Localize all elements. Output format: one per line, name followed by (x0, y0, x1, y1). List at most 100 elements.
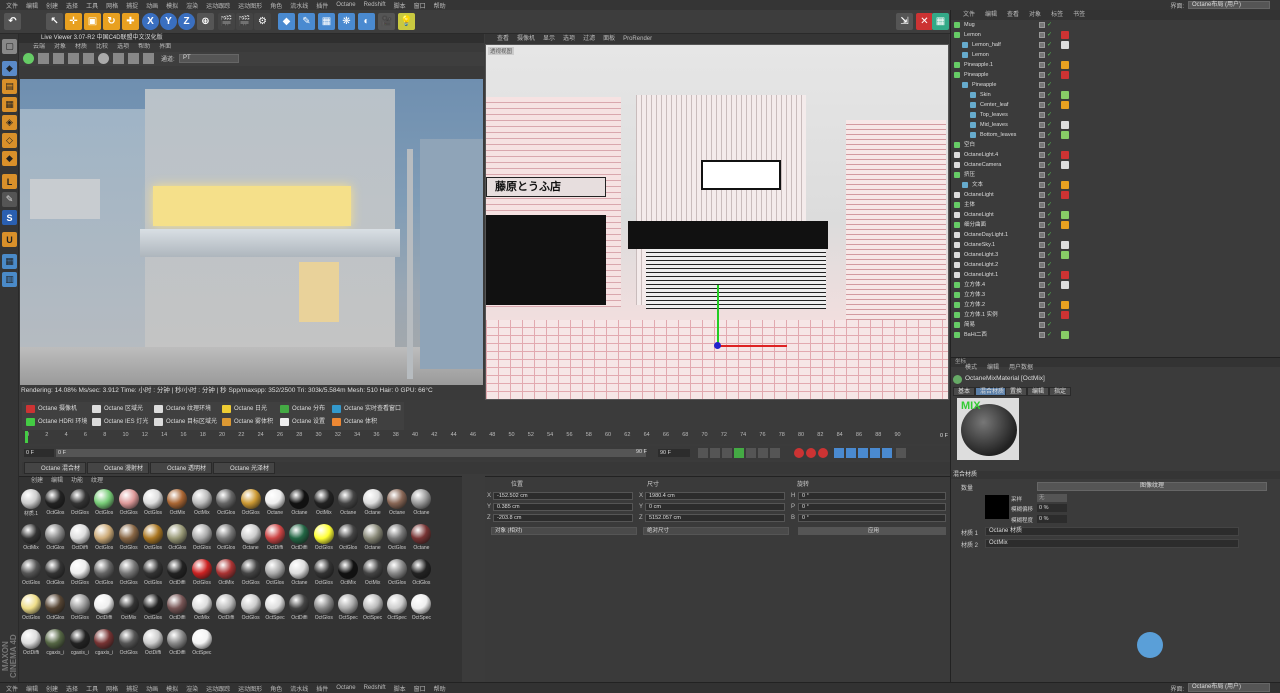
attribute-menu-item[interactable]: 用户数据 (1009, 362, 1033, 371)
menu-item[interactable]: Redshift (364, 685, 386, 691)
attribute-menu-item[interactable]: 编辑 (987, 362, 999, 371)
material-swatch[interactable]: OctDiffi (166, 629, 188, 659)
object-enabled-check-icon[interactable]: ✓ (1047, 222, 1053, 228)
object-enabled-check-icon[interactable]: ✓ (1047, 232, 1053, 238)
pen-icon[interactable]: ✎ (298, 13, 315, 30)
object-visibility-toggle[interactable] (1039, 92, 1045, 98)
material-swatch[interactable]: OctGlos (386, 559, 408, 589)
material-swatch[interactable]: OctGlos (240, 594, 262, 624)
auto-key-icon[interactable] (806, 448, 816, 458)
material-swatch[interactable]: OctGlos (166, 524, 188, 554)
material-swatch[interactable]: OctMix (215, 559, 237, 589)
menu-item[interactable]: 窗口 (414, 684, 426, 693)
object-row[interactable]: 简易 ✓ (951, 320, 1269, 330)
object-tag-icon[interactable] (1061, 31, 1069, 39)
object-enabled-check-icon[interactable]: ✓ (1047, 132, 1053, 138)
layout-dropdown[interactable]: Octane布局 (用户) (1188, 1, 1270, 9)
menu-item[interactable]: 角色 (270, 684, 282, 693)
object-visibility-toggle[interactable] (1039, 132, 1045, 138)
menu-item[interactable]: 选择 (66, 1, 78, 10)
live-viewer-menu-item[interactable]: 界面 (159, 43, 171, 52)
object-row[interactable]: 立方体.3 ✓ (951, 290, 1269, 300)
object-tag-icon[interactable] (1061, 241, 1069, 249)
material-swatch[interactable]: OctDiffi (166, 559, 188, 589)
material-swatch[interactable]: OctGlos (313, 594, 335, 624)
timeline-settings-icon[interactable] (896, 448, 906, 458)
render-stop-icon[interactable] (38, 53, 49, 64)
material-swatch[interactable]: OctGlos (142, 524, 164, 554)
attribute-menu-item[interactable]: 模式 (965, 362, 977, 371)
menu-item[interactable]: 选择 (66, 684, 78, 693)
object-tag-icon[interactable] (1061, 331, 1069, 339)
menu-item[interactable]: 脚本 (394, 684, 406, 693)
move-icon[interactable]: ✛ (65, 13, 82, 30)
object-visibility-toggle[interactable] (1039, 312, 1045, 318)
workplane-icon[interactable]: ▦ (2, 97, 17, 112)
render-settings-icon[interactable]: ⚙ (254, 13, 271, 30)
material-swatch[interactable]: OctGlos (20, 559, 42, 589)
menu-item[interactable]: 工具 (86, 1, 98, 10)
material-swatch[interactable]: OctGlos (69, 559, 91, 589)
material-menu-item[interactable]: 编辑 (51, 477, 63, 486)
object-tag-icon[interactable] (1061, 271, 1069, 279)
octane-shortcut-button[interactable]: Octane IES 灯光 (90, 416, 152, 428)
menu-item[interactable]: 插件 (316, 684, 328, 693)
rotation-b-field[interactable]: 0 ° (798, 514, 946, 522)
menu-item[interactable]: 渲染 (186, 1, 198, 10)
object-tag-icon[interactable] (1061, 161, 1069, 169)
object-visibility-toggle[interactable] (1039, 182, 1045, 188)
select-arrow-icon[interactable]: ↖ (46, 13, 63, 30)
object-tag-icon[interactable] (1061, 61, 1069, 69)
prev-frame-icon[interactable] (722, 448, 732, 458)
focus-pick-icon[interactable] (128, 53, 139, 64)
material-swatch[interactable]: OctMix (191, 489, 213, 519)
object-tag-icon[interactable] (1061, 121, 1069, 129)
menu-item[interactable]: 运动跟踪 (206, 1, 230, 10)
menu-item[interactable]: 捕捉 (126, 684, 138, 693)
key-scale-icon[interactable] (846, 448, 856, 458)
object-row[interactable]: Pineapple.1 ✓ (951, 60, 1269, 70)
size-z-field[interactable]: 5152.057 cm (645, 514, 785, 522)
object-visibility-toggle[interactable] (1039, 332, 1045, 338)
object-visibility-toggle[interactable] (1039, 282, 1045, 288)
material-swatch[interactable]: OctSpec (410, 594, 432, 624)
viewport-menu-item[interactable]: 面板 (603, 34, 615, 44)
camera-icon[interactable]: 🎥 (378, 13, 395, 30)
object-enabled-check-icon[interactable]: ✓ (1047, 102, 1053, 108)
menu-item[interactable]: 动画 (146, 1, 158, 10)
material-swatch[interactable]: OctGlos (313, 524, 335, 554)
menu-item[interactable]: 编辑 (26, 684, 38, 693)
key-param-icon[interactable] (870, 448, 880, 458)
material-swatch[interactable]: cgaxis_i (93, 629, 115, 659)
menu-item[interactable]: 捕捉 (126, 1, 138, 10)
viewport-canvas[interactable]: 透视视图 藤原とうふ店 (485, 44, 949, 400)
material-swatch[interactable]: Octane (288, 489, 310, 519)
object-visibility-toggle[interactable] (1039, 232, 1045, 238)
object-tag-icon[interactable] (1061, 211, 1069, 219)
object-row[interactable]: Pineapple ✓ (951, 70, 1269, 80)
object-enabled-check-icon[interactable]: ✓ (1047, 172, 1053, 178)
play-icon[interactable] (734, 448, 744, 458)
material-menu-item[interactable]: 创建 (31, 477, 43, 486)
object-tag-icon[interactable] (1061, 191, 1069, 199)
render-view-icon[interactable]: 🎬 (236, 13, 253, 30)
object-tag-icon[interactable] (1061, 71, 1069, 79)
next-key-icon[interactable] (758, 448, 768, 458)
object-visibility-toggle[interactable] (1039, 22, 1045, 28)
object-row[interactable]: Lemon ✓ (951, 50, 1269, 60)
object-menu-item[interactable]: 书签 (1073, 10, 1085, 20)
menu-item[interactable]: 插件 (316, 1, 328, 10)
material-swatch[interactable]: OctMix (166, 489, 188, 519)
channel-select[interactable]: PT (179, 54, 239, 63)
image-texture-button[interactable]: 图像纹理 (1037, 482, 1267, 491)
menu-item[interactable]: 运动图形 (238, 684, 262, 693)
material-swatch[interactable]: OctGlos (142, 594, 164, 624)
close-layout-icon[interactable]: ✕ (916, 13, 933, 30)
object-row[interactable]: 挤压 ✓ (951, 170, 1269, 180)
material-swatch[interactable]: OctGlos (44, 524, 66, 554)
object-tag-icon[interactable] (1061, 101, 1069, 109)
object-menu-item[interactable]: 查看 (1007, 10, 1019, 20)
object-row[interactable]: OctaneCamera ✓ (951, 160, 1269, 170)
axis-x-button[interactable]: X (142, 13, 159, 30)
menu-item[interactable]: Octane (336, 2, 355, 8)
